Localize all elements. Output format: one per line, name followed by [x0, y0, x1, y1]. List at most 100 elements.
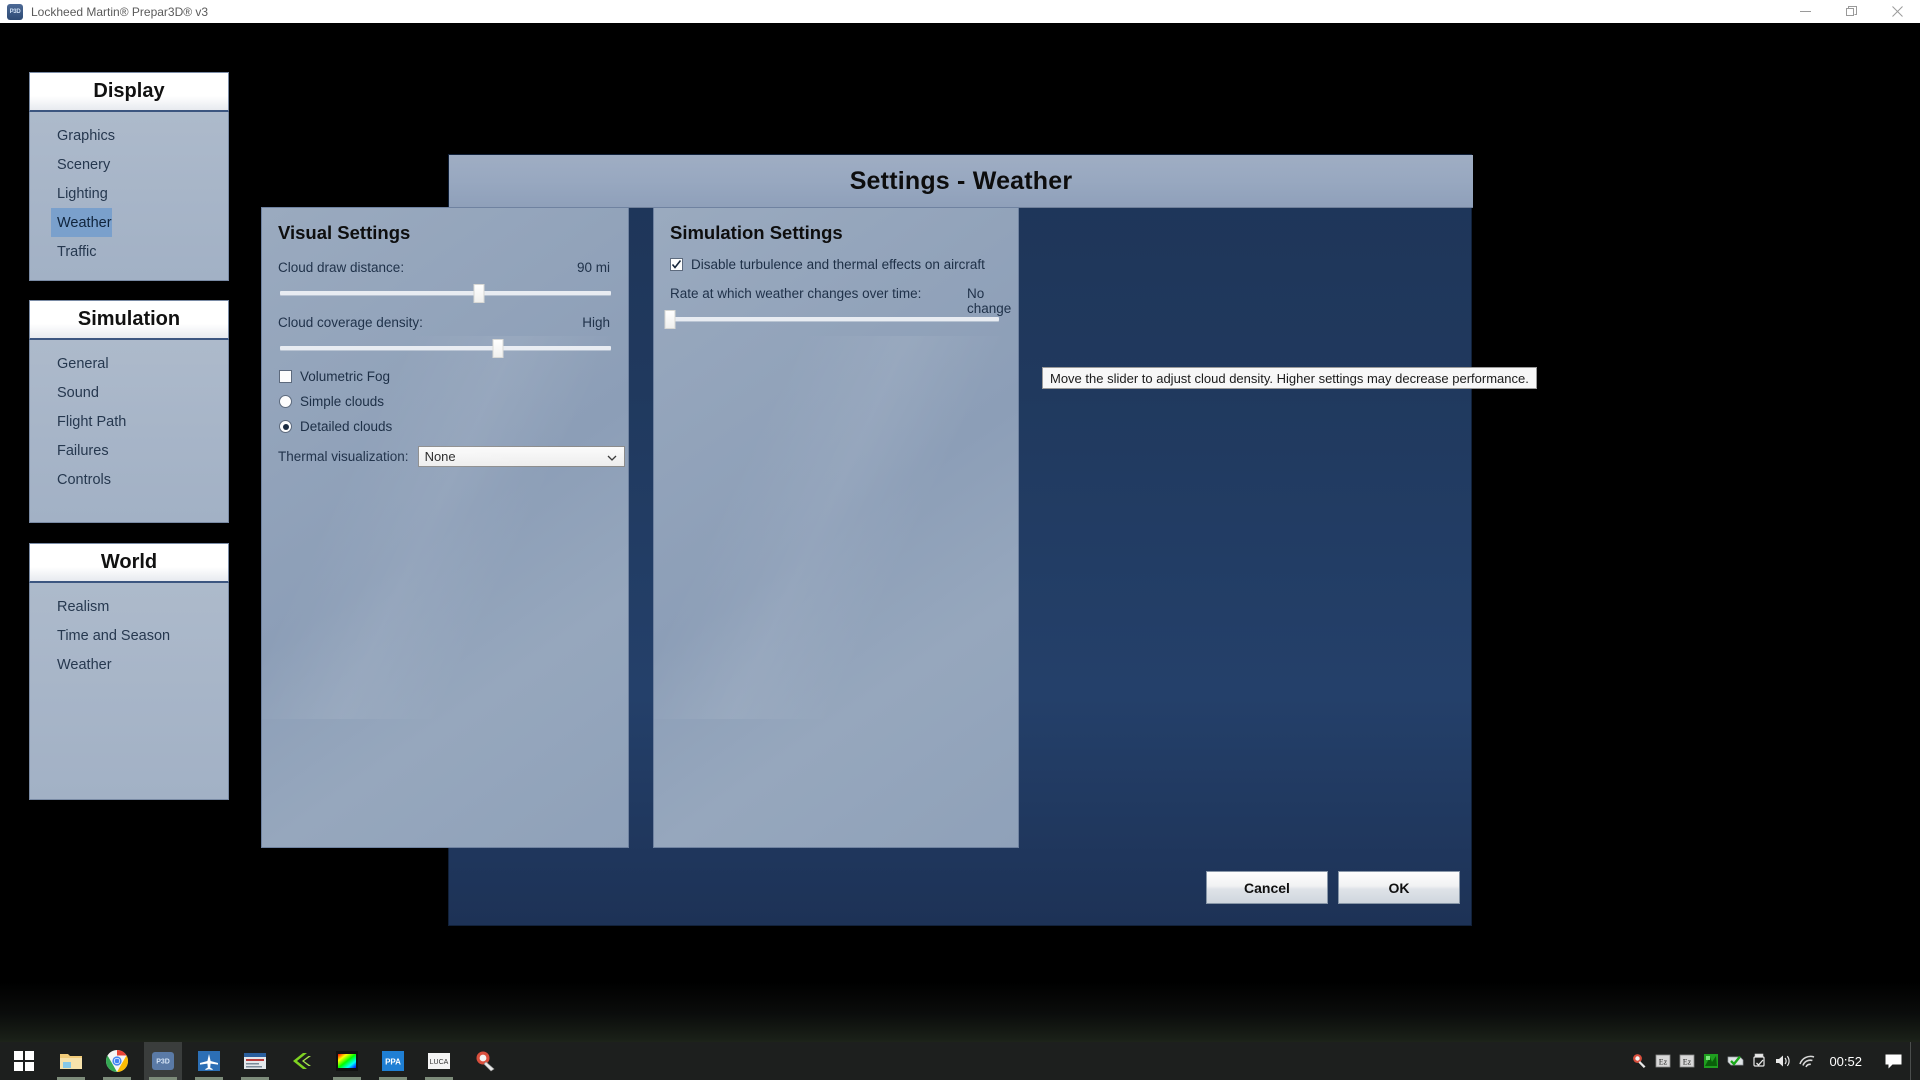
- sidebar-item-weather-display[interactable]: Weather: [51, 208, 112, 237]
- restore-button[interactable]: [1828, 0, 1874, 23]
- usb-eject-tray-icon[interactable]: [1747, 1042, 1771, 1080]
- simple-clouds-label: Simple clouds: [300, 394, 385, 409]
- ok-button[interactable]: OK: [1338, 871, 1460, 904]
- ez-tray-icon-1[interactable]: Ez: [1651, 1042, 1675, 1080]
- settings-sidebar: Display Graphics Scenery Lighting Weathe…: [29, 72, 229, 854]
- nav-group-world: World Realism Time and Season Weather: [29, 543, 229, 800]
- minimize-button[interactable]: [1782, 0, 1828, 23]
- volumetric-fog-label: Volumetric Fog: [300, 369, 391, 384]
- window-controls: [1782, 0, 1920, 23]
- taskbar-ccleaner-icon[interactable]: [466, 1042, 504, 1080]
- slider-thumb[interactable]: [473, 284, 485, 303]
- thermal-visualization-label: Thermal visualization:: [278, 449, 409, 464]
- sidebar-item-time-and-season[interactable]: Time and Season: [30, 621, 228, 650]
- window-titlebar: P3D Lockheed Martin® Prepar3D® v3: [0, 0, 1920, 23]
- antivirus-shield-tray-icon[interactable]: [1723, 1042, 1747, 1080]
- taskbar-editor-icon[interactable]: [236, 1042, 274, 1080]
- detailed-clouds-radio[interactable]: [279, 420, 292, 433]
- taskbar-luca-app-icon[interactable]: LUCA: [420, 1042, 458, 1080]
- sidebar-item-controls[interactable]: Controls: [30, 465, 228, 494]
- volumetric-fog-checkbox-row[interactable]: Volumetric Fog: [279, 369, 390, 384]
- thermal-visualization-select[interactable]: None: [417, 446, 625, 467]
- taskbar-file-explorer-icon[interactable]: [52, 1042, 90, 1080]
- cloud-draw-distance-value: 90 mi: [576, 260, 610, 275]
- svg-text:LUCA: LUCA: [430, 1059, 449, 1066]
- simulation-settings-title: Simulation Settings: [670, 222, 843, 243]
- volume-tray-icon[interactable]: [1771, 1042, 1795, 1080]
- simulation-settings-panel: Simulation Settings Disable turbulence a…: [653, 207, 1019, 848]
- system-tray: Ez Ez 00:52: [1627, 1042, 1920, 1080]
- svg-text:Ez: Ez: [1659, 1058, 1668, 1067]
- sidebar-item-weather-world[interactable]: Weather: [30, 650, 228, 679]
- taskbar-clock[interactable]: 00:52: [1819, 1042, 1876, 1080]
- visual-settings-panel: Visual Settings Cloud draw distance: 90 …: [261, 207, 629, 848]
- sidebar-item-general[interactable]: General: [30, 349, 228, 378]
- nav-header-world: World: [29, 543, 229, 583]
- disable-turbulence-checkbox-row[interactable]: Disable turbulence and thermal effects o…: [670, 257, 985, 272]
- windows-start-icon[interactable]: [0, 1042, 48, 1080]
- slider-thumb[interactable]: [664, 310, 676, 329]
- page-title: Settings - Weather: [849, 166, 1073, 195]
- taskbar-prepar3d-icon[interactable]: P3D: [144, 1042, 182, 1080]
- svg-text:PPA: PPA: [385, 1058, 401, 1067]
- taskbar-ppa-app-icon[interactable]: PPA: [374, 1042, 412, 1080]
- wifi-tray-icon[interactable]: [1795, 1042, 1819, 1080]
- taskbar: P3D PPA LUCA Ez Ez 00:52: [0, 1042, 1920, 1080]
- nav-group-simulation: Simulation General Sound Flight Path Fai…: [29, 300, 229, 523]
- slider-thumb[interactable]: [492, 339, 504, 358]
- sidebar-item-flight-path[interactable]: Flight Path: [30, 407, 228, 436]
- nav-header-simulation: Simulation: [29, 300, 229, 340]
- disable-turbulence-label: Disable turbulence and thermal effects o…: [691, 257, 985, 272]
- sidebar-item-realism[interactable]: Realism: [30, 592, 228, 621]
- thermal-visualization-value: None: [424, 449, 456, 464]
- sidebar-item-lighting[interactable]: Lighting: [30, 179, 228, 208]
- slider-track: [670, 317, 999, 321]
- dialog-header: Settings - Weather: [449, 155, 1473, 208]
- cloud-coverage-density-value: High: [582, 315, 610, 330]
- sidebar-item-traffic[interactable]: Traffic: [30, 237, 228, 266]
- svg-text:Ez: Ez: [1683, 1058, 1692, 1067]
- window-title: Lockheed Martin® Prepar3D® v3: [31, 4, 209, 19]
- sidebar-item-sound[interactable]: Sound: [30, 378, 228, 407]
- nav-list-world: Realism Time and Season Weather: [29, 583, 229, 800]
- slider-tooltip: Move the slider to adjust cloud density.…: [1042, 367, 1537, 389]
- slider-track: [280, 346, 611, 350]
- ez-tray-icon-2[interactable]: Ez: [1675, 1042, 1699, 1080]
- taskbar-color-palette-icon[interactable]: [328, 1042, 366, 1080]
- sidebar-item-failures[interactable]: Failures: [30, 436, 228, 465]
- simple-clouds-radio[interactable]: [279, 395, 292, 408]
- cloud-coverage-density-label: Cloud coverage density:: [278, 315, 423, 330]
- action-center-icon[interactable]: [1876, 1042, 1910, 1080]
- cloud-draw-distance-label: Cloud draw distance:: [278, 260, 405, 275]
- cancel-button[interactable]: Cancel: [1206, 871, 1328, 904]
- close-button[interactable]: [1874, 0, 1920, 23]
- volumetric-fog-checkbox[interactable]: [279, 370, 292, 383]
- sidebar-item-graphics[interactable]: Graphics: [30, 121, 228, 150]
- chevron-down-icon: [607, 449, 617, 464]
- svg-text:P3D: P3D: [156, 1059, 170, 1066]
- nav-group-display: Display Graphics Scenery Lighting Weathe…: [29, 72, 229, 281]
- show-desktop-button[interactable]: [1910, 1042, 1918, 1080]
- detailed-clouds-label: Detailed clouds: [300, 419, 393, 434]
- ccleaner-tray-icon[interactable]: [1627, 1042, 1651, 1080]
- disable-turbulence-checkbox[interactable]: [670, 258, 683, 271]
- nav-list-display: Graphics Scenery Lighting Weather Traffi…: [29, 112, 229, 281]
- nav-header-display: Display: [29, 72, 229, 112]
- taskbar-green-arrow-icon[interactable]: [282, 1042, 320, 1080]
- check-icon: [671, 260, 682, 269]
- weather-change-rate-label: Rate at which weather changes over time:: [670, 286, 922, 301]
- taskbar-flight-sim-icon[interactable]: [190, 1042, 228, 1080]
- slider-track: [280, 291, 611, 295]
- network-adapter-tray-icon[interactable]: [1699, 1042, 1723, 1080]
- sidebar-item-scenery[interactable]: Scenery: [30, 150, 228, 179]
- cloud-coverage-density-slider[interactable]: [280, 339, 611, 358]
- nav-list-simulation: General Sound Flight Path Failures Contr…: [29, 340, 229, 523]
- radio-dot: [282, 423, 289, 430]
- p3d-icon: P3D: [7, 3, 23, 20]
- thermal-visualization-row: Thermal visualization: None: [278, 446, 625, 467]
- detailed-clouds-radio-row[interactable]: Detailed clouds: [279, 419, 392, 434]
- cloud-draw-distance-slider[interactable]: [280, 284, 611, 303]
- weather-change-rate-slider[interactable]: [664, 310, 999, 329]
- simple-clouds-radio-row[interactable]: Simple clouds: [279, 394, 384, 409]
- taskbar-google-chrome-icon[interactable]: [98, 1042, 136, 1080]
